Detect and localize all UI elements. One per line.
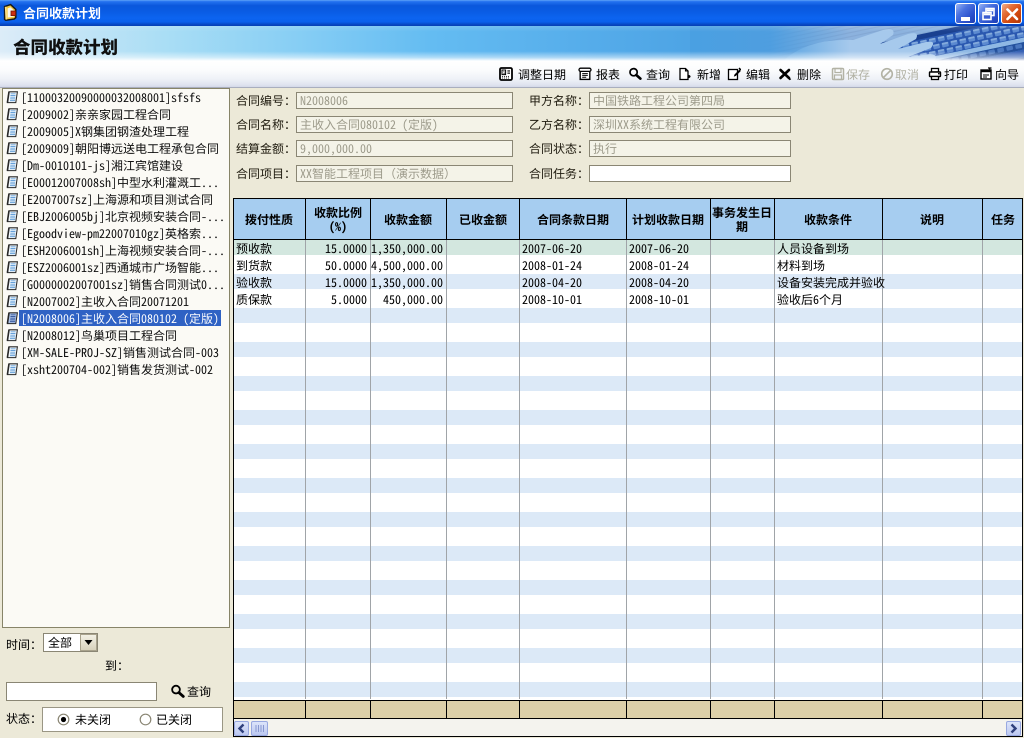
svg-text:1: 1 — [503, 70, 506, 75]
